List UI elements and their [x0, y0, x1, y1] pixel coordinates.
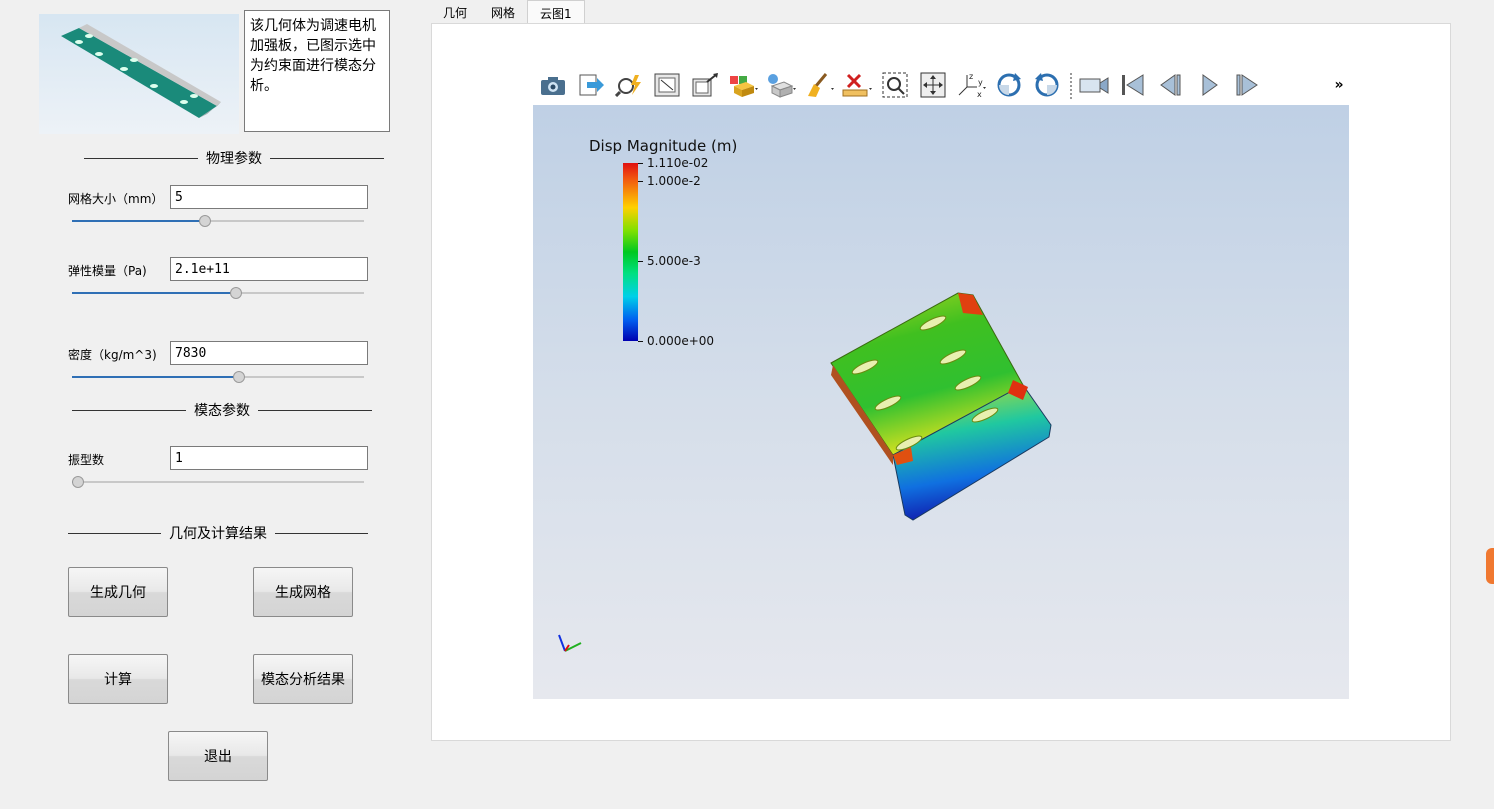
deformed-plate-model	[830, 292, 1052, 521]
delete-measure-icon[interactable]	[839, 69, 875, 101]
svg-text:y: y	[978, 78, 983, 87]
rotate-ccw-icon[interactable]	[1029, 69, 1065, 101]
slider-fill	[72, 220, 204, 222]
geometry-description: 该几何体为调速电机加强板，已图示选中为约束面进行模态分析。	[244, 10, 390, 132]
legend-tick-mark	[638, 341, 643, 342]
slider-fill	[72, 292, 235, 294]
modal-params-header: 模态参数	[72, 401, 372, 419]
exit-button[interactable]: 退出	[168, 731, 268, 781]
mesh-size-label: 网格大小（mm）	[68, 192, 164, 206]
generate-mesh-button[interactable]: 生成网格	[253, 567, 353, 617]
record-icon[interactable]	[1077, 69, 1113, 101]
mode-count-slider[interactable]	[72, 475, 364, 489]
prev-frame-icon[interactable]	[1153, 69, 1189, 101]
legend-colorbar	[623, 163, 638, 341]
modal-results-button[interactable]: 模态分析结果	[253, 654, 353, 704]
density-input[interactable]	[170, 341, 368, 365]
legend-tick-mark	[638, 163, 643, 164]
modal-params-title: 模态参数	[194, 403, 250, 419]
render-canvas[interactable]: Disp Magnitude (m) 1.110e-02 1.000e-2 5.…	[533, 105, 1349, 699]
next-frame-icon[interactable]	[1229, 69, 1265, 101]
slider-fill	[72, 376, 238, 378]
edge-widget-icon[interactable]	[1486, 548, 1494, 584]
mode-count-input[interactable]	[170, 446, 368, 470]
tab-mesh[interactable]: 网格	[479, 0, 527, 24]
more-icon[interactable]: »	[1329, 69, 1349, 101]
mesh-size-input[interactable]	[170, 185, 368, 209]
elastic-modulus-slider[interactable]	[72, 286, 364, 300]
play-icon[interactable]	[1191, 69, 1227, 101]
slider-handle[interactable]	[199, 215, 211, 227]
export-icon[interactable]	[573, 69, 609, 101]
generate-geometry-button[interactable]: 生成几何	[68, 567, 168, 617]
legend-tick-mark	[638, 181, 643, 182]
density-slider[interactable]	[72, 370, 364, 384]
zoom-fit-icon[interactable]	[649, 69, 685, 101]
legend-tick-min: 0.000e+00	[647, 334, 715, 348]
slider-handle[interactable]	[72, 476, 84, 488]
legend-title: Disp Magnitude (m)	[589, 137, 738, 155]
first-frame-icon[interactable]	[1115, 69, 1151, 101]
reset-view-icon[interactable]	[687, 69, 723, 101]
mode-count-label: 振型数	[68, 453, 105, 467]
tab-geometry[interactable]: 几何	[431, 0, 479, 24]
view-options-icon[interactable]	[763, 69, 799, 101]
results-header: 几何及计算结果	[68, 524, 368, 542]
viewer-toolbar: zyx »	[533, 65, 1349, 105]
pick-icon[interactable]	[611, 69, 647, 101]
axis-triad-icon	[558, 634, 582, 652]
axis-orientation-icon[interactable]: zyx	[953, 69, 989, 101]
physical-params-header: 物理参数	[84, 149, 384, 167]
physical-params-title: 物理参数	[206, 151, 262, 167]
slider-handle[interactable]	[230, 287, 242, 299]
compute-button[interactable]: 计算	[68, 654, 168, 704]
elastic-modulus-label: 弹性模量（Pa)	[68, 264, 147, 278]
legend-tick-1e2: 1.000e-2	[647, 174, 701, 188]
camera-icon[interactable]	[535, 69, 571, 101]
geometry-thumbnail	[39, 14, 239, 134]
clear-brush-icon[interactable]	[801, 69, 837, 101]
rotate-cw-icon[interactable]	[991, 69, 1027, 101]
legend-tick-max: 1.110e-02	[647, 156, 709, 170]
toolbar-separator	[1067, 69, 1075, 101]
pan-icon[interactable]	[915, 69, 951, 101]
display-mode-icon[interactable]	[725, 69, 761, 101]
density-label: 密度（kg/m^3)	[68, 348, 157, 362]
legend-tick-mark	[638, 261, 643, 262]
view-tabs: 几何 网格 云图1	[431, 0, 585, 25]
mesh-size-slider[interactable]	[72, 214, 364, 228]
svg-text:z: z	[969, 72, 973, 81]
legend-tick-5e3: 5.000e-3	[647, 254, 701, 268]
tab-contour[interactable]: 云图1	[527, 0, 585, 25]
slider-handle[interactable]	[233, 371, 245, 383]
result-viewer: zyx » Disp Magnitude (m) 1.110e-02 1.000…	[533, 65, 1349, 699]
elastic-modulus-input[interactable]	[170, 257, 368, 281]
results-title: 几何及计算结果	[169, 526, 267, 542]
zoom-box-icon[interactable]	[877, 69, 913, 101]
svg-text:x: x	[977, 90, 982, 99]
